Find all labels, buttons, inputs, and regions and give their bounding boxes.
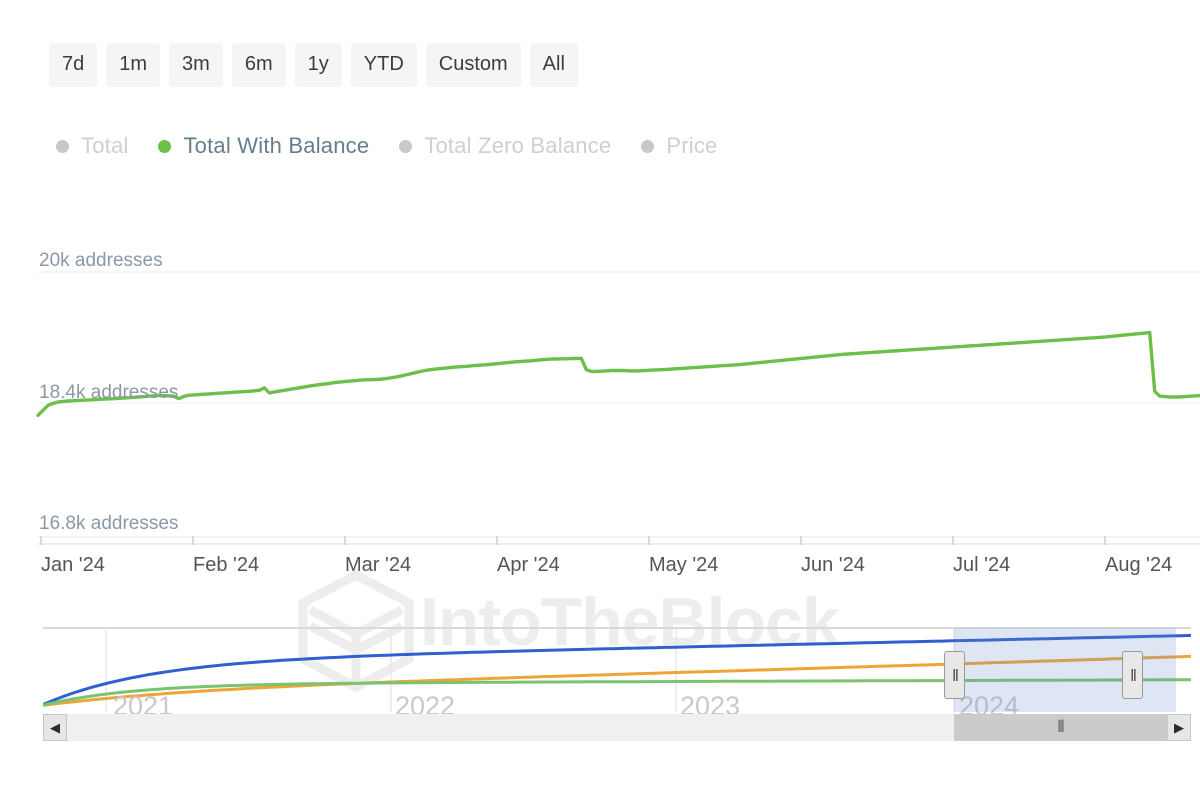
handle-grip-icon: ‖ xyxy=(951,665,959,685)
x-axis-tick-label: Aug '24 xyxy=(1105,554,1173,576)
legend-item-price[interactable]: Price xyxy=(641,133,717,159)
range-button-7d[interactable]: 7d xyxy=(49,43,98,87)
range-button-all[interactable]: All xyxy=(529,43,578,87)
legend-item-total-with-balance[interactable]: Total With Balance xyxy=(158,133,369,159)
x-axis-tick-label: Jan '24 xyxy=(41,554,105,576)
legend-dot-icon xyxy=(641,139,655,153)
x-axis-tick-label: Jul '24 xyxy=(953,554,1011,576)
range-button-1y[interactable]: 1y xyxy=(294,43,342,87)
x-axis-tick-label: Mar '24 xyxy=(345,554,412,576)
legend-label: Total With Balance xyxy=(183,133,370,158)
x-axis-ticks xyxy=(38,536,1200,545)
x-axis-tick-label: Jun '24 xyxy=(801,554,865,576)
chart-page: 7d 1m 3m 6m 1y YTD Custom All Total Total With B… xyxy=(0,0,1200,800)
scroll-right-arrow-button[interactable]: ▶ xyxy=(1167,714,1191,741)
legend-label: Price xyxy=(666,133,718,158)
legend-item-total-zero-balance[interactable]: Total Zero Balance xyxy=(399,133,611,159)
chevron-left-icon: ◀ xyxy=(50,720,60,735)
y-axis-label-top: 20k addresses xyxy=(39,250,163,271)
y-axis-label-bottom: 16.8k addresses xyxy=(39,513,179,534)
x-axis: Jan '24 Feb '24 Mar '24 Apr '24 May '24 Jun '… xyxy=(0,536,1200,591)
scroll-left-arrow-button[interactable]: ◀ xyxy=(43,714,67,741)
range-button-ytd[interactable]: YTD xyxy=(350,43,417,87)
thumb-grip-icon: ⫴ xyxy=(1057,718,1065,736)
range-button-1m[interactable]: 1m xyxy=(106,43,161,87)
handle-grip-icon: ‖ xyxy=(1129,665,1137,685)
navigator-gridlines xyxy=(105,628,955,712)
main-chart: IntoTheBlock 20k addresses 18.4k address… xyxy=(0,230,1200,693)
x-axis-tick-label: May '24 xyxy=(649,554,719,576)
gridlines xyxy=(38,271,1200,538)
y-axis-label-mid: 18.4k addresses xyxy=(39,382,179,403)
x-axis-tick-label: Feb '24 xyxy=(193,554,260,576)
chevron-right-icon: ▶ xyxy=(1174,720,1184,735)
chart-navigator[interactable]: 2021 2022 2023 2024 ‖ ‖ ◀ ⫴ ▶ xyxy=(43,620,1191,741)
legend-dot-icon xyxy=(399,139,413,153)
legend-item-total[interactable]: Total xyxy=(56,133,128,159)
navigator-handle-left[interactable]: ‖ xyxy=(944,651,965,699)
legend-label: Total xyxy=(81,133,129,158)
navigator-scroll-thumb[interactable]: ⫴ xyxy=(954,714,1167,741)
range-selector: 7d 1m 3m 6m 1y YTD Custom All xyxy=(49,43,578,87)
range-button-custom[interactable]: Custom xyxy=(425,43,521,87)
range-button-6m[interactable]: 6m xyxy=(231,43,286,87)
legend-dot-icon xyxy=(56,139,69,153)
chart-plot xyxy=(36,271,1200,538)
legend-dot-icon xyxy=(158,139,172,153)
x-axis-tick-label: Apr '24 xyxy=(497,554,560,576)
chart-legend: Total Total With Balance Total Zero Balanc… xyxy=(56,133,747,159)
range-button-3m[interactable]: 3m xyxy=(169,43,223,87)
navigator-handle-right[interactable]: ‖ xyxy=(1122,651,1143,699)
legend-label: Total Zero Balance xyxy=(424,133,612,158)
